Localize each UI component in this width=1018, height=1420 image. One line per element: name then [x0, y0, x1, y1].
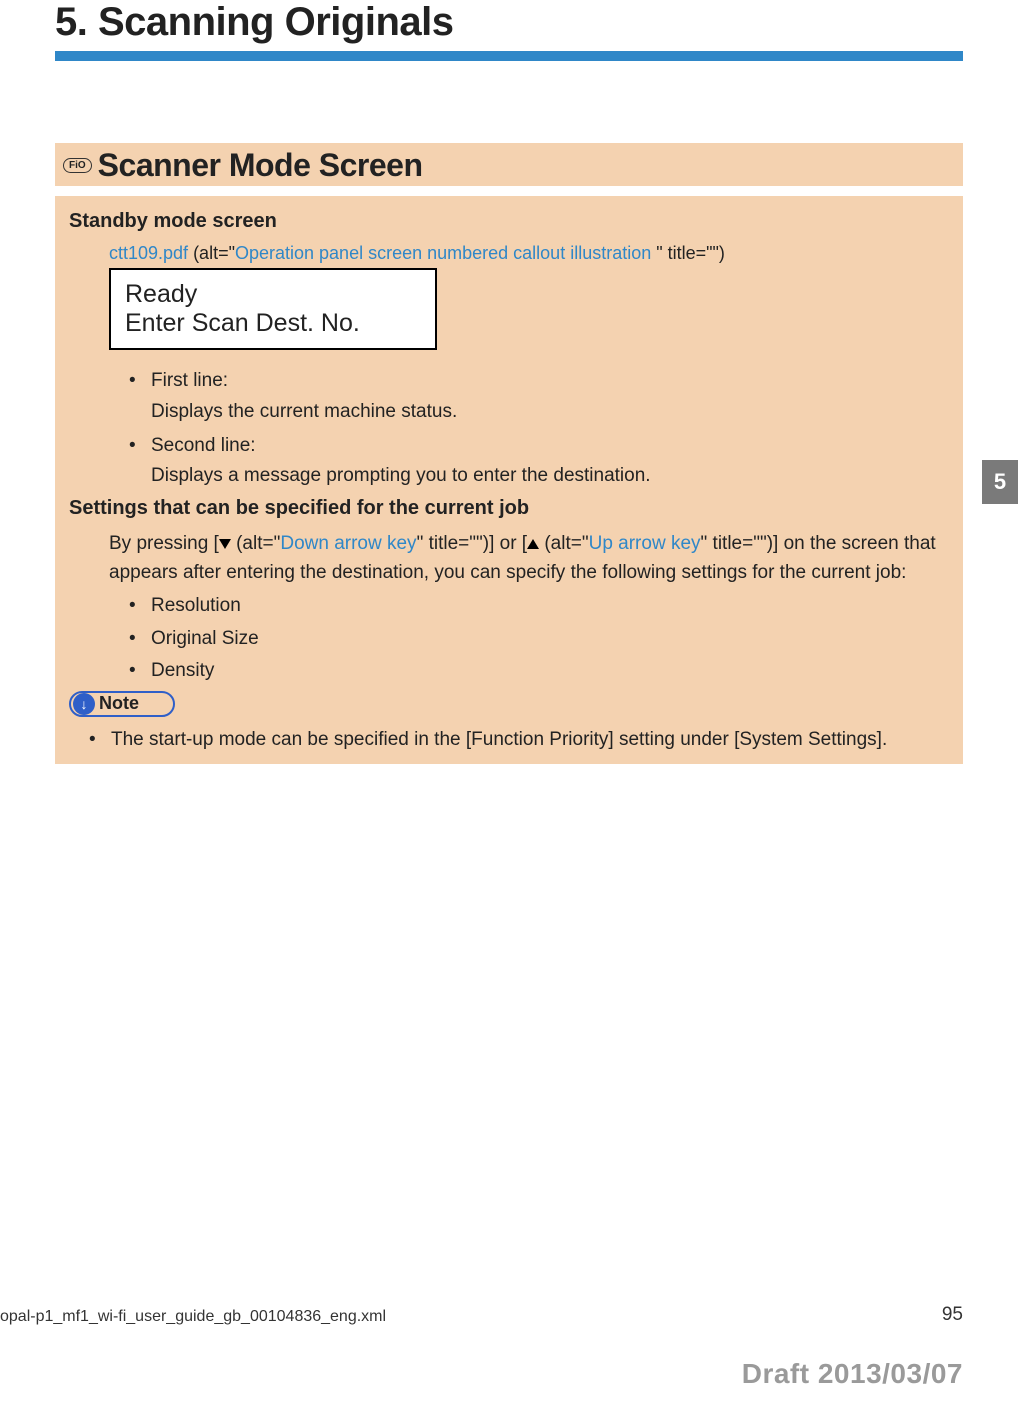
down-arrow-alt-link[interactable]: Down arrow key	[280, 533, 416, 554]
section-header-bar: FiO Scanner Mode Screen	[55, 143, 963, 186]
standby-heading: Standby mode screen	[69, 210, 949, 233]
list-item-desc: Displays the current machine status.	[151, 401, 949, 423]
alt-prefix: (alt="	[188, 243, 235, 263]
settings-heading: Settings that can be specified for the c…	[69, 497, 949, 520]
note-block: ↓ Note The start-up mode can be specifie…	[69, 691, 949, 754]
list-item: First line:	[129, 368, 949, 395]
settings-list: Resolution Original Size Density	[129, 593, 949, 685]
alt-suffix: " title="")	[656, 243, 725, 263]
alt-text-link[interactable]: Operation panel screen numbered callout …	[235, 243, 656, 263]
draft-stamp: Draft 2013/03/07	[742, 1358, 963, 1390]
list-item: Density	[129, 658, 949, 685]
para-text: " title="")] or [	[417, 533, 528, 554]
chapter-title: 5. Scanning Originals	[55, 0, 963, 45]
down-arrow-icon	[219, 539, 231, 549]
note-down-icon: ↓	[73, 693, 95, 715]
para-text: (alt="	[231, 533, 281, 554]
para-text: (alt="	[539, 533, 589, 554]
section-title: Scanner Mode Screen	[98, 147, 423, 184]
list-item: The start-up mode can be specified in th…	[89, 727, 949, 754]
illustration-meta: ctt109.pdf (alt="Operation panel screen …	[109, 243, 949, 264]
settings-paragraph: By pressing [ (alt="Down arrow key" titl…	[109, 530, 949, 587]
note-list: The start-up mode can be specified in th…	[89, 727, 949, 754]
list-item: Original Size	[129, 626, 949, 653]
lcd-screen: Ready Enter Scan Dest. No.	[109, 268, 437, 350]
list-item: Second line:	[129, 433, 949, 460]
chapter-rule	[55, 51, 963, 61]
pdf-link[interactable]: ctt109.pdf	[109, 243, 188, 263]
footer-filename: opal-p1_mf1_wi-fi_user_guide_gb_00104836…	[0, 1308, 386, 1326]
list-item: Resolution	[129, 593, 949, 620]
note-label: Note	[99, 693, 139, 714]
up-arrow-alt-link[interactable]: Up arrow key	[589, 533, 701, 554]
up-arrow-icon	[527, 539, 539, 549]
standby-list: First line:	[129, 368, 949, 395]
para-text: By pressing [	[109, 533, 219, 554]
lcd-line-1: Ready	[125, 280, 421, 309]
chapter-side-tab: 5	[982, 460, 1018, 504]
body-block: Standby mode screen ctt109.pdf (alt="Ope…	[55, 196, 963, 764]
page-number: 95	[942, 1304, 963, 1326]
standby-list: Second line:	[129, 433, 949, 460]
note-tab: ↓ Note	[69, 691, 175, 717]
fio-badge-icon: FiO	[63, 158, 92, 173]
lcd-line-2: Enter Scan Dest. No.	[125, 309, 421, 338]
list-item-desc: Displays a message prompting you to ente…	[151, 465, 949, 487]
